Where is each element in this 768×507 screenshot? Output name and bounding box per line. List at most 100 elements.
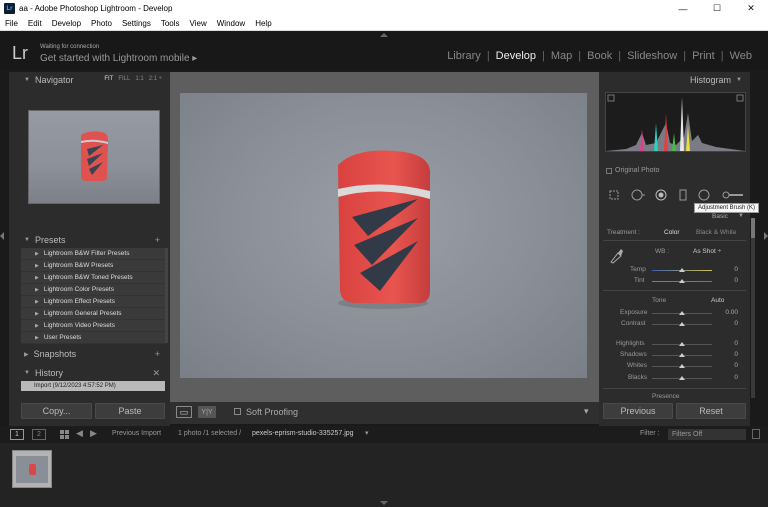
copy-button[interactable]: Copy... bbox=[21, 403, 92, 419]
menu-help[interactable]: Help bbox=[250, 19, 276, 28]
treatment-bw-option[interactable]: Black & White bbox=[696, 229, 736, 236]
module-library[interactable]: Library bbox=[441, 50, 487, 62]
before-after-icon[interactable]: Y|Y bbox=[198, 406, 216, 418]
module-print[interactable]: Print bbox=[686, 50, 721, 62]
shadows-slider-thumb[interactable] bbox=[679, 353, 685, 357]
module-web[interactable]: Web bbox=[724, 50, 758, 62]
snapshots-header[interactable]: ▶ Snapshots + bbox=[20, 347, 166, 361]
forward-arrow-icon[interactable]: ▶ bbox=[90, 428, 97, 439]
menu-settings[interactable]: Settings bbox=[117, 19, 156, 28]
primary-window-button[interactable]: 1 bbox=[10, 429, 24, 440]
highlights-slider-thumb[interactable] bbox=[679, 342, 685, 346]
toolbar-menu-icon[interactable]: ▾ bbox=[584, 406, 589, 417]
reset-button[interactable]: Reset bbox=[676, 403, 746, 419]
previous-button[interactable]: Previous bbox=[603, 403, 673, 419]
source-label[interactable]: Previous Import bbox=[112, 430, 161, 437]
secondary-window-button[interactable]: 2 bbox=[32, 429, 46, 440]
maximize-icon[interactable]: ☐ bbox=[700, 0, 734, 17]
collapse-left-panel-icon[interactable] bbox=[0, 232, 4, 240]
menu-photo[interactable]: Photo bbox=[86, 19, 117, 28]
filter-lock-icon[interactable] bbox=[752, 429, 760, 439]
module-map[interactable]: Map bbox=[545, 50, 578, 62]
navigator-preview[interactable] bbox=[28, 110, 160, 204]
filter-select[interactable]: Filters Off bbox=[668, 429, 746, 440]
menu-view[interactable]: View bbox=[185, 19, 212, 28]
filmstrip-thumbnail[interactable] bbox=[12, 450, 52, 488]
histogram-header[interactable]: Histogram ▼ bbox=[600, 73, 748, 87]
module-book[interactable]: Book bbox=[581, 50, 618, 62]
treatment-color-option[interactable]: Color bbox=[664, 229, 680, 236]
get-started-link[interactable]: Get started with Lightroom mobile ▸ bbox=[40, 53, 197, 64]
whites-value[interactable]: 0 bbox=[718, 362, 738, 369]
filename-dropdown-icon[interactable]: ▾ bbox=[365, 429, 369, 437]
grid-view-icon[interactable] bbox=[60, 430, 70, 440]
filename-label[interactable]: pexels-eprism-studio-335257.jpg bbox=[252, 430, 354, 437]
preset-folder[interactable]: ▶ Lightroom B&W Presets bbox=[21, 260, 166, 272]
back-arrow-icon[interactable]: ◀ bbox=[76, 428, 83, 439]
preset-folder[interactable]: ▶ Lightroom Effect Presets bbox=[21, 296, 166, 308]
menu-develop[interactable]: Develop bbox=[47, 19, 86, 28]
scrollbar-thumb[interactable] bbox=[751, 218, 755, 238]
auto-tone-button[interactable]: Auto bbox=[711, 297, 724, 304]
collapse-filmstrip-icon[interactable] bbox=[380, 501, 388, 505]
zoom-fit[interactable]: FIT bbox=[104, 76, 113, 82]
navigator-header[interactable]: ▼ Navigator FIT FILL 1:1 2:1 ÷ bbox=[20, 73, 166, 87]
paste-button[interactable]: Paste bbox=[95, 403, 165, 419]
shadows-value[interactable]: 0 bbox=[718, 351, 738, 358]
whites-slider-thumb[interactable] bbox=[679, 364, 685, 368]
adjustment-brush-icon[interactable] bbox=[721, 189, 743, 201]
contrast-slider-thumb[interactable] bbox=[679, 322, 685, 326]
tint-value[interactable]: 0 bbox=[718, 277, 738, 284]
zoom-fill[interactable]: FILL bbox=[118, 76, 130, 82]
loupe-view-icon[interactable]: ▭ bbox=[176, 406, 192, 418]
exposure-value[interactable]: 0.00 bbox=[718, 309, 738, 316]
radial-filter-icon[interactable] bbox=[698, 189, 710, 201]
preset-folder[interactable]: ▶ Lightroom Color Presets bbox=[21, 284, 166, 296]
filmstrip-toolbar: 1 2 ◀ ▶ Previous Import 1 photo /1 selec… bbox=[0, 426, 768, 443]
zoom-1-1[interactable]: 1:1 bbox=[135, 76, 143, 82]
basic-panel-title[interactable]: Basic bbox=[712, 213, 728, 220]
crop-overlay-icon[interactable] bbox=[608, 189, 620, 201]
clear-history-icon[interactable]: ✕ bbox=[152, 368, 160, 379]
menu-window[interactable]: Window bbox=[212, 19, 250, 28]
menu-edit[interactable]: Edit bbox=[23, 19, 47, 28]
close-icon[interactable]: ✕ bbox=[734, 0, 768, 17]
preset-folder[interactable]: ▶ Lightroom Video Presets bbox=[21, 320, 166, 332]
soft-proofing-checkbox[interactable] bbox=[234, 408, 241, 415]
right-panel-scrollbar[interactable] bbox=[751, 218, 755, 398]
exposure-slider-thumb[interactable] bbox=[679, 311, 685, 315]
blacks-slider-thumb[interactable] bbox=[679, 376, 685, 380]
menu-file[interactable]: File bbox=[0, 19, 23, 28]
histogram[interactable] bbox=[605, 92, 746, 152]
zoom-2-1[interactable]: 2:1 ÷ bbox=[149, 76, 162, 82]
presets-header[interactable]: ▼ Presets + bbox=[20, 233, 166, 247]
white-balance-eyedropper-icon[interactable] bbox=[609, 246, 623, 264]
photo-preview[interactable] bbox=[180, 93, 587, 378]
red-eye-icon[interactable] bbox=[655, 189, 667, 201]
wb-select[interactable]: As Shot ÷ bbox=[693, 248, 721, 255]
contrast-value[interactable]: 0 bbox=[718, 320, 738, 327]
menu-tools[interactable]: Tools bbox=[156, 19, 185, 28]
collapse-top-panel-icon[interactable] bbox=[380, 33, 388, 37]
preset-folder[interactable]: ▶ Lightroom General Presets bbox=[21, 308, 166, 320]
add-preset-icon[interactable]: + bbox=[155, 235, 160, 245]
temp-value[interactable]: 0 bbox=[718, 266, 738, 273]
preset-folder[interactable]: ▶ User Presets bbox=[21, 332, 166, 344]
graduated-filter-icon[interactable] bbox=[678, 189, 688, 201]
module-develop[interactable]: Develop bbox=[490, 50, 542, 62]
collapse-right-panel-icon[interactable] bbox=[764, 232, 768, 240]
tint-slider-thumb[interactable] bbox=[679, 279, 685, 283]
add-snapshot-icon[interactable]: + bbox=[155, 349, 160, 359]
blacks-value[interactable]: 0 bbox=[718, 374, 738, 381]
preset-folder[interactable]: ▶ Lightroom B&W Filter Presets bbox=[21, 248, 166, 260]
highlights-value[interactable]: 0 bbox=[718, 340, 738, 347]
preset-folder[interactable]: ▶ Lightroom B&W Toned Presets bbox=[21, 272, 166, 284]
history-item[interactable]: Import (9/12/2023 4:57:52 PM) bbox=[21, 381, 165, 391]
module-slideshow[interactable]: Slideshow bbox=[621, 50, 683, 62]
collapse-triangle-icon[interactable]: ▼ bbox=[738, 213, 744, 219]
history-header[interactable]: ▼ History ✕ bbox=[20, 366, 166, 380]
spot-removal-icon[interactable] bbox=[631, 189, 645, 201]
minimize-icon[interactable]: — bbox=[666, 0, 700, 17]
presets-scrollbar[interactable] bbox=[165, 248, 168, 343]
temp-slider-thumb[interactable] bbox=[679, 268, 685, 272]
